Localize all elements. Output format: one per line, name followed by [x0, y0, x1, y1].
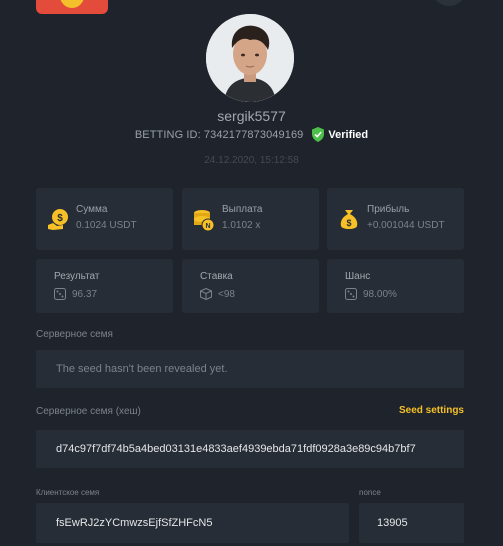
result-card-chance: Шанс 98.00% [327, 259, 464, 313]
dice-icon [54, 288, 66, 300]
client-seed-field[interactable]: fsEwRJ2zYCmwzsEjfSfZHFcN5 [36, 503, 349, 543]
stat-card-profit: $ Прибыль +0.001044 USDT [327, 188, 464, 250]
stat-card-payout: N Выплата 1.0102 x [182, 188, 319, 250]
result-label: Результат [54, 271, 100, 282]
dice-icon [345, 288, 357, 300]
nonce-label: nonce [359, 488, 381, 497]
stat-label: Прибыль [367, 204, 410, 215]
server-seed-value: The seed hasn't been revealed yet. [56, 363, 228, 375]
server-seed-field: The seed hasn't been revealed yet. [36, 350, 464, 388]
nonce-field[interactable]: 13905 [359, 503, 464, 543]
stat-card-amount: $ Сумма 0.1024 USDT [36, 188, 173, 250]
stat-label: Сумма [76, 204, 108, 215]
badge-star-icon [60, 0, 84, 8]
username: sergik5577 [217, 108, 286, 124]
verified-shield-icon [312, 127, 325, 142]
result-card-bet: Ставка <98 [182, 259, 319, 313]
server-seed-hash-value: d74c97f7df74b5a4bed03131e4833aef4939ebda… [56, 443, 416, 455]
result-label: Ставка [200, 271, 233, 282]
betting-id-row: BETTING ID: 7342177873049169 Verified [0, 127, 503, 142]
stat-label: Выплата [222, 204, 263, 215]
svg-text:$: $ [346, 218, 351, 228]
result-value: <98 [218, 288, 235, 300]
verified-label: Verified [328, 128, 369, 141]
svg-text:N: N [205, 223, 210, 230]
server-seed-hash-field[interactable]: d74c97f7df74b5a4bed03131e4833aef4939ebda… [36, 430, 464, 468]
result-value: 96.37 [72, 288, 98, 300]
client-seed-label: Клиентское семя [36, 488, 100, 497]
result-label: Шанс [345, 271, 371, 282]
coins-icon: $ [48, 209, 68, 230]
result-value: 98.00% [363, 288, 397, 300]
stat-value: +0.001044 USDT [367, 220, 445, 231]
avatar [206, 14, 294, 102]
close-button[interactable] [432, 0, 466, 6]
money-bag-icon: $ [340, 210, 358, 229]
client-seed-value: fsEwRJ2zYCmwzsEjfSfZHFcN5 [56, 517, 213, 529]
timestamp: 24.12.2020, 15:12:58 [204, 155, 299, 166]
server-seed-label: Серверное семя [36, 329, 113, 340]
svg-text:$: $ [57, 213, 63, 224]
brand-logo [36, 0, 108, 14]
stat-value: 1.0102 x [222, 220, 261, 231]
server-seed-hash-label: Серверное семя (хеш) [36, 406, 141, 417]
verified-badge: Verified [311, 127, 368, 142]
dice-cube-icon [200, 288, 212, 300]
stat-value: 0.1024 USDT [76, 220, 137, 231]
nonce-value: 13905 [377, 517, 408, 529]
coin-stack-icon: N [194, 210, 215, 232]
result-card-result: Результат 96.37 [36, 259, 173, 313]
seed-settings-link[interactable]: Seed settings [399, 405, 464, 416]
betting-id: BETTING ID: 7342177873049169 [134, 128, 304, 141]
